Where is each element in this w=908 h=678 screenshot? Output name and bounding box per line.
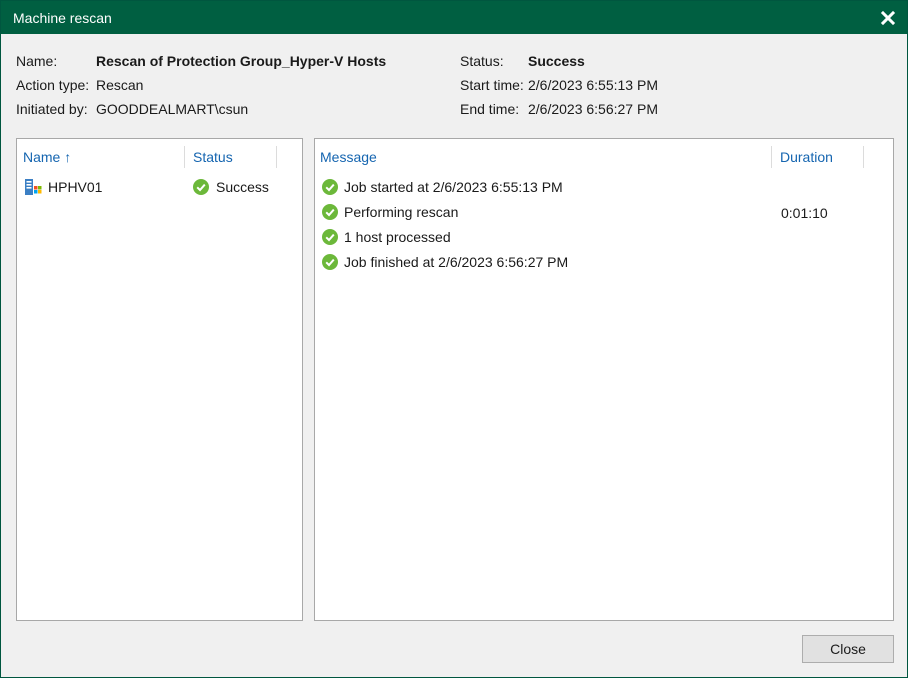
start-time-row: Start time: 2/6/2023 6:55:13 PM	[460, 74, 658, 98]
name-row: Name: Rescan of Protection Group_Hyper-V …	[16, 50, 386, 74]
column-header-duration[interactable]: Duration	[780, 149, 833, 165]
column-divider[interactable]	[771, 146, 772, 168]
close-icon[interactable]	[877, 7, 899, 29]
success-icon	[322, 204, 338, 220]
job-details-right: Status: Success Start time: 2/6/2023 6:55:…	[460, 50, 658, 122]
host-status: Success	[216, 179, 269, 195]
column-header-status[interactable]: Status	[193, 149, 233, 165]
success-icon	[193, 179, 209, 195]
start-time-label: Start time:	[460, 77, 524, 93]
initiated-by-row: Initiated by: GOODDEALMART\csun	[16, 98, 386, 122]
action-type-label: Action type:	[16, 77, 90, 93]
sort-ascending-icon: ↑	[64, 149, 72, 165]
hosts-list[interactable]: Name ↑ Status HPHV01 Success	[16, 138, 303, 621]
name-value: Rescan of Protection Group_Hyper-V Hosts	[96, 53, 387, 69]
name-label: Name:	[16, 53, 58, 69]
log-message: Job finished at 2/6/2023 6:56:27 PM	[344, 254, 569, 270]
column-header-name-label: Name	[23, 149, 61, 165]
status-row: Status: Success	[460, 50, 658, 74]
column-divider[interactable]	[276, 146, 277, 168]
log-message: 1 host processed	[344, 229, 451, 245]
action-type-row: Action type: Rescan	[16, 74, 386, 98]
log-duration: 0:01:10	[781, 205, 828, 221]
success-icon	[322, 229, 338, 245]
job-details-left: Name: Rescan of Protection Group_Hyper-V …	[16, 50, 386, 122]
end-time-row: End time: 2/6/2023 6:56:27 PM	[460, 98, 658, 122]
status-label: Status:	[460, 53, 504, 69]
initiated-by-label: Initiated by:	[16, 101, 88, 117]
title-bar[interactable]: Machine rescan	[1, 1, 907, 34]
column-divider[interactable]	[863, 146, 864, 168]
log-list[interactable]: Message Duration Job started at 2/6/2023…	[314, 138, 894, 621]
end-time-label: End time:	[460, 101, 520, 117]
log-message: Performing rescan	[344, 204, 459, 220]
initiated-by-value: GOODDEALMART\csun	[96, 101, 249, 117]
machine-rescan-dialog: Machine rescan Name: Rescan of Protection…	[0, 0, 908, 678]
column-header-message[interactable]: Message	[320, 149, 377, 165]
log-message: Job started at 2/6/2023 6:55:13 PM	[344, 179, 563, 195]
hyperv-host-icon	[24, 178, 42, 196]
success-icon	[322, 179, 338, 195]
end-time-value: 2/6/2023 6:56:27 PM	[528, 101, 658, 117]
host-name: HPHV01	[48, 179, 103, 195]
close-button[interactable]: Close	[802, 635, 894, 663]
window-title: Machine rescan	[13, 10, 112, 26]
start-time-value: 2/6/2023 6:55:13 PM	[528, 77, 658, 93]
success-icon	[322, 254, 338, 270]
action-type-value: Rescan	[96, 77, 144, 93]
column-divider[interactable]	[184, 146, 185, 168]
status-value: Success	[528, 53, 585, 69]
column-header-name[interactable]: Name ↑	[23, 149, 71, 165]
